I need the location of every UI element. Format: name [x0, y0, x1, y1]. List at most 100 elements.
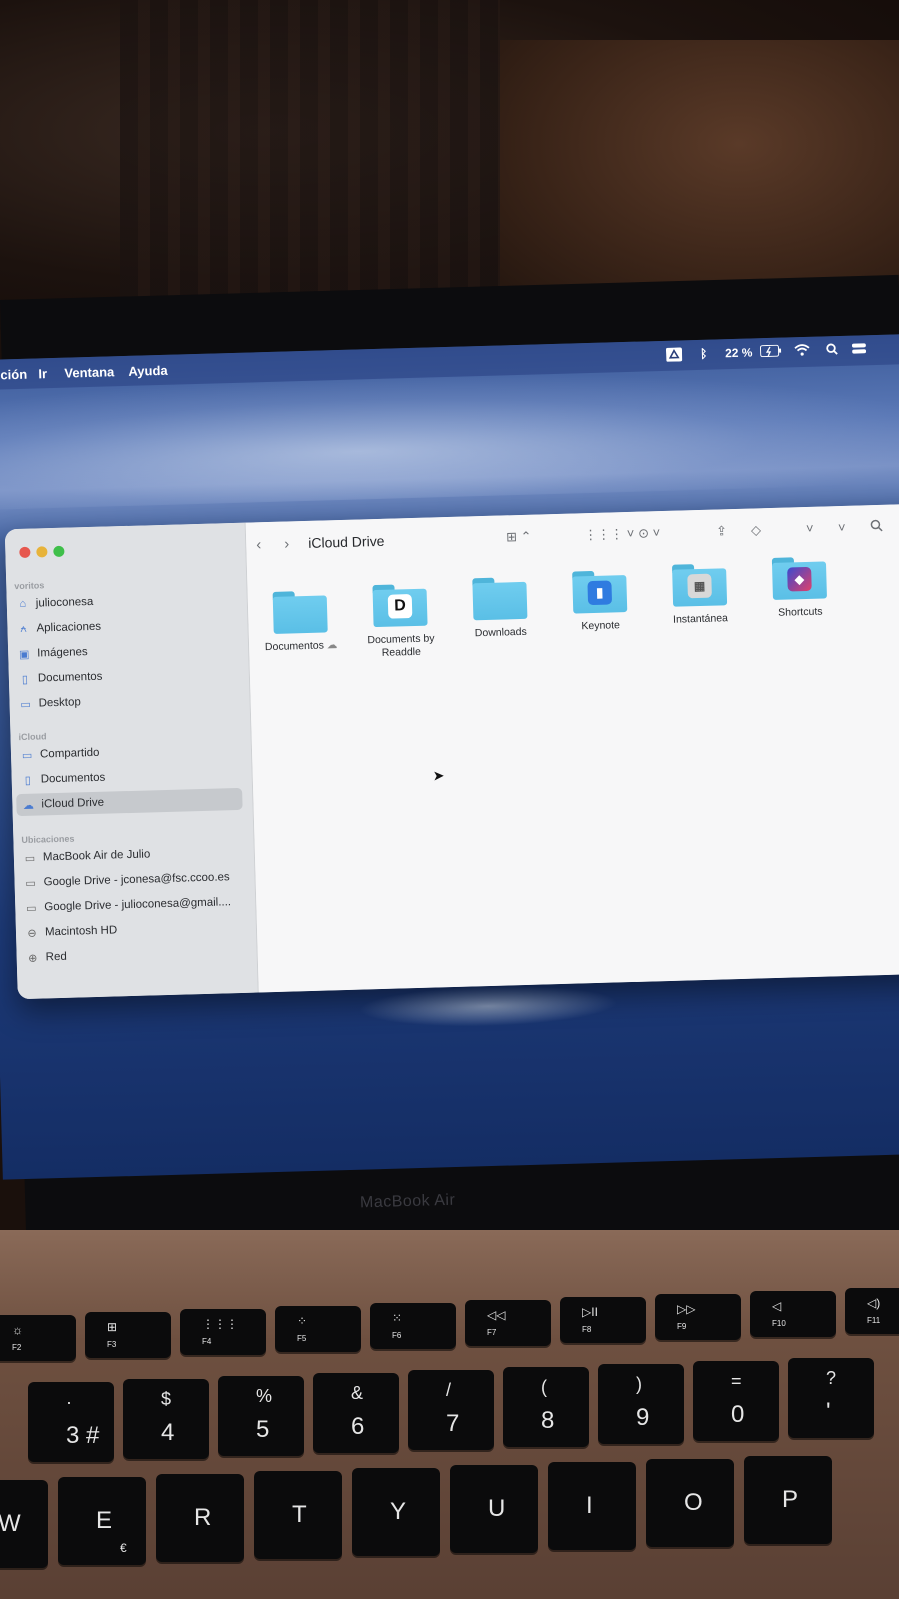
key-char: U [488, 1495, 506, 1522]
function-key[interactable]: ⋮⋮⋮ F4 [180, 1309, 266, 1355]
group-button[interactable]: ⋮⋮⋮ ˅ [584, 526, 635, 543]
number-key[interactable]: & 6 [313, 1373, 399, 1453]
function-key[interactable]: ◁ F10 [750, 1291, 836, 1337]
mouse-cursor-icon: ➤ [432, 767, 445, 784]
sidebar-item-icloud-documents[interactable]: ▯ Documentos [15, 763, 242, 791]
sidebar-item-network[interactable]: ⊕ Red [20, 941, 247, 969]
letter-key[interactable]: T [254, 1471, 342, 1559]
letter-key[interactable]: Y [352, 1468, 440, 1556]
sidebar-item-applications[interactable]: ⍲ Aplicaciones [11, 612, 238, 640]
google-drive-status-icon[interactable] [665, 347, 683, 362]
number-key[interactable]: ) 9 [598, 1364, 684, 1444]
function-key[interactable]: ⁘ F5 [275, 1306, 361, 1352]
file-item-instantanea[interactable]: ▦ Instantánea [649, 563, 751, 628]
wall [500, 40, 899, 300]
menu-item-help[interactable]: Ayuda [128, 363, 168, 379]
function-key[interactable]: ⁙ F6 [370, 1303, 456, 1349]
share-button[interactable]: ⇪ [716, 523, 727, 539]
file-item-downloads[interactable]: Downloads [449, 576, 551, 641]
number-key[interactable]: (8 [503, 1367, 589, 1447]
letter-key[interactable]: I [548, 1462, 636, 1550]
letter-key[interactable]: P [744, 1456, 832, 1544]
icon-view-button[interactable]: ⊞ ⌃ [506, 529, 532, 546]
file-item-documents-by-readdle[interactable]: D Documents by Readdle [349, 583, 451, 661]
control-center-icon[interactable] [851, 342, 867, 354]
function-key[interactable]: ▷II F8 [560, 1297, 646, 1343]
sidebar-item-google-drive-personal[interactable]: ▭ Google Drive - julioconesa@gmail.... [19, 891, 246, 919]
key-shift-char: ( [541, 1377, 547, 1397]
battery-percent[interactable]: 22 % [725, 345, 753, 360]
chevron-down-icon[interactable]: ˅ [838, 520, 846, 535]
sidebar-item-label: Google Drive - jconesa@fsc.ccoo.es [43, 871, 230, 889]
sidebar-item-macintosh-hd[interactable]: ⊖ Macintosh HD [20, 916, 247, 944]
finder-sidebar: voritos ⌂ julioconesa ⍲ Aplicaciones ▣ I… [4, 522, 259, 1000]
function-key[interactable]: ◁) F11 [845, 1288, 899, 1334]
menu-item-go[interactable]: Ir [38, 366, 47, 381]
letter-key[interactable]: E € [58, 1477, 146, 1565]
sidebar-item-label: iCloud Drive [41, 796, 105, 811]
key-char: 7 [446, 1410, 460, 1437]
function-key-label: F4 [202, 1337, 212, 1346]
function-key-label: F10 [772, 1319, 786, 1328]
forward-button[interactable]: › [284, 535, 289, 552]
network-icon: ⊕ [27, 952, 38, 965]
function-key[interactable]: ☼ F2 [0, 1315, 76, 1361]
action-menu-button[interactable]: ⊙ ˅ [638, 525, 661, 542]
chevron-down-icon[interactable]: ˅ [806, 521, 814, 536]
search-button[interactable] [870, 519, 883, 535]
sidebar-item-shared[interactable]: ▭ Compartido [15, 738, 242, 766]
number-key[interactable]: /7 [408, 1370, 494, 1450]
spotlight-search-icon[interactable] [826, 343, 838, 355]
file-name: Shortcuts [778, 605, 823, 619]
sidebar-item-documents[interactable]: ▯ Documentos [13, 662, 240, 690]
laptop-icon: ▭ [24, 852, 36, 865]
function-key-icon: ▷▷ [677, 1302, 696, 1316]
letter-key[interactable]: W [0, 1480, 48, 1568]
finder-window: voritos ⌂ julioconesa ⍲ Aplicaciones ▣ I… [4, 503, 899, 1000]
key-char: ' [826, 1398, 831, 1425]
function-key[interactable]: ◁◁ F7 [465, 1300, 551, 1346]
tag-button[interactable]: ◇ [751, 522, 761, 538]
zoom-window-button[interactable] [53, 545, 65, 558]
letter-key[interactable]: R [156, 1474, 244, 1562]
file-item-documentos[interactable]: Documentos ☁ [250, 590, 352, 655]
sidebar-item-icloud-drive[interactable]: ☁ iCloud Drive [16, 787, 243, 817]
sidebar-item-pictures[interactable]: ▣ Imágenes [12, 637, 239, 665]
number-key[interactable]: = 0 [693, 1361, 779, 1441]
function-key[interactable]: ⊞ F3 [85, 1312, 171, 1358]
menu-item-edit[interactable]: ción [0, 367, 27, 383]
back-button[interactable]: ‹ [256, 536, 261, 553]
number-key[interactable]: $4 [123, 1379, 209, 1459]
key-char: W [0, 1510, 21, 1537]
number-key[interactable]: ? ' [788, 1358, 874, 1438]
sidebar-item-desktop[interactable]: ▭ Desktop [13, 687, 240, 715]
wifi-icon[interactable] [794, 344, 810, 356]
key-shift-char: ) [636, 1374, 642, 1394]
function-key-label: F5 [297, 1334, 307, 1343]
function-key[interactable]: ▷▷ F9 [655, 1294, 741, 1340]
letter-key[interactable]: U [450, 1465, 538, 1553]
number-key[interactable]: % 5 [218, 1376, 304, 1456]
file-item-shortcuts[interactable]: ◆ Shortcuts [749, 556, 851, 621]
photo-icon: ▣ [18, 648, 30, 661]
function-key-icon: ⋮⋮⋮ [202, 1317, 238, 1331]
sidebar-item-home[interactable]: ⌂ julioconesa [11, 587, 238, 615]
menu-item-window[interactable]: Ventana [64, 364, 114, 380]
key-shift-char: · [66, 1392, 72, 1412]
readdle-badge-icon: D [387, 594, 413, 619]
sidebar-item-label: julioconesa [35, 595, 94, 610]
key-char: 5 [256, 1416, 270, 1443]
close-window-button[interactable] [19, 546, 31, 558]
sidebar-item-label: Red [45, 950, 67, 964]
sidebar-item-google-drive-work[interactable]: ▭ Google Drive - jconesa@fsc.ccoo.es [18, 866, 245, 894]
letter-key[interactable]: O [646, 1459, 734, 1547]
file-item-keynote[interactable]: ▮ Keynote [549, 569, 651, 634]
key-char: 0 [731, 1401, 745, 1428]
key-shift-char: $ [161, 1389, 172, 1409]
sidebar-item-macbook[interactable]: ▭ MacBook Air de Julio [18, 841, 245, 869]
number-key[interactable]: · 3 # [28, 1382, 114, 1462]
battery-icon[interactable] [759, 344, 782, 358]
bluetooth-icon[interactable]: ᛒ [700, 347, 708, 361]
finder-content: ‹ › iCloud Drive ⊞ ⌃ ⋮⋮⋮ ˅ ⊙ ˅ ⇪ ◇ ˅ ˅ D… [245, 503, 899, 993]
minimize-window-button[interactable] [36, 546, 48, 558]
